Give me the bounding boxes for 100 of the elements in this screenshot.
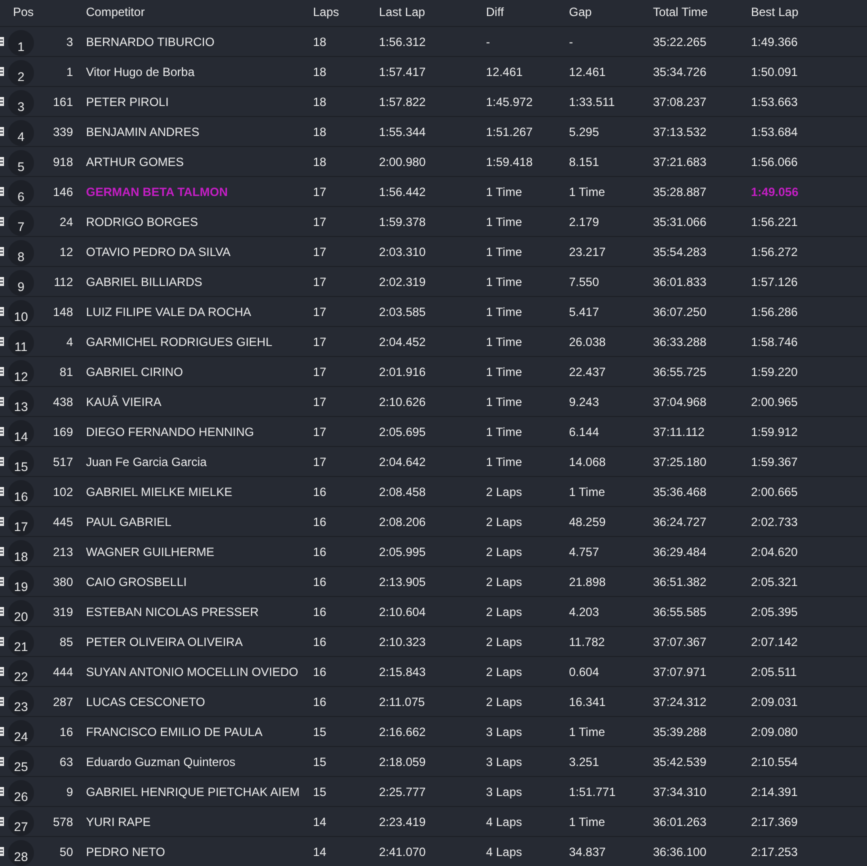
competitor-name: GARMICHEL RODRIGUES GIEHL <box>85 334 274 348</box>
position-badge: 13 <box>8 390 34 416</box>
table-cell-text: 37:34.310 <box>653 784 708 798</box>
list-icon[interactable] <box>0 307 4 316</box>
table-cell-text: 1:53.684 <box>751 124 799 138</box>
position-badge: 26 <box>8 780 34 806</box>
list-icon[interactable] <box>0 817 4 826</box>
competitor-name: OTAVIO PEDRO DA SILVA <box>85 244 232 258</box>
table-cell-text: 2:08.458 <box>379 484 427 498</box>
table-cell-text: 36:07.250 <box>653 304 708 318</box>
table-cell-text: 2:17.253 <box>751 844 799 858</box>
table-cell-text: 36:01.263 <box>653 814 708 828</box>
competitor-name: GERMAN BETA TALMON <box>85 184 229 198</box>
list-icon[interactable] <box>0 37 4 46</box>
table-cell-text: 1:59.367 <box>751 454 799 468</box>
position-badge: 2 <box>8 60 34 86</box>
list-icon[interactable] <box>0 727 4 736</box>
table-cell-text: 2:14.391 <box>751 784 799 798</box>
position-badge: 10 <box>8 300 34 326</box>
list-icon[interactable] <box>0 607 4 616</box>
list-icon[interactable] <box>0 847 4 856</box>
competitor-name: LUCAS CESCONETO <box>85 694 206 708</box>
table-cell-text: 14.068 <box>569 454 607 468</box>
table-cell-text: 1:56.312 <box>379 34 427 48</box>
table-cell-text: 18 <box>313 154 328 168</box>
table-cell-text: 17 <box>313 244 328 258</box>
table-cell-text: 1:59.378 <box>379 214 427 228</box>
competitor-name: PETER OLIVEIRA OLIVEIRA <box>85 634 244 648</box>
car-number: 339 <box>52 124 73 138</box>
list-icon[interactable] <box>0 277 4 286</box>
table-cell-text: 2:04.642 <box>379 454 427 468</box>
list-icon[interactable] <box>0 577 4 586</box>
list-icon[interactable] <box>0 667 4 676</box>
table-cell-text: 7.550 <box>569 274 600 288</box>
table-cell-text: 37:21.683 <box>653 154 708 168</box>
list-icon[interactable] <box>0 697 4 706</box>
position-badge: 19 <box>8 570 34 596</box>
table-cell-text: 1:56.221 <box>751 214 799 228</box>
table-cell-text: 37:11.112 <box>653 424 706 438</box>
table-cell-text: 3 Laps <box>486 784 524 798</box>
table-cell-text: 1:33.511 <box>569 94 616 108</box>
position-badge: 3 <box>8 90 34 116</box>
table-cell-text: 0.604 <box>569 664 600 678</box>
table-cell-text: 26.038 <box>569 334 607 348</box>
table-cell-text: 2:41.070 <box>379 844 427 858</box>
table-cell-text: 12.461 <box>486 64 524 78</box>
list-icon[interactable] <box>0 487 4 496</box>
list-icon[interactable] <box>0 787 4 796</box>
list-icon[interactable] <box>0 637 4 646</box>
table-cell-text: 21.898 <box>569 574 607 588</box>
car-number: 102 <box>52 484 73 498</box>
table-cell-text: 48.259 <box>569 514 607 528</box>
table-cell-text: 1:58.746 <box>751 334 799 348</box>
list-icon[interactable] <box>0 247 4 256</box>
list-icon[interactable] <box>0 127 4 136</box>
position-badge: 5 <box>8 150 34 176</box>
list-icon[interactable] <box>0 397 4 406</box>
car-number: 85 <box>58 634 73 648</box>
list-icon[interactable] <box>0 457 4 466</box>
list-icon[interactable] <box>0 67 4 76</box>
table-cell-text: 1 Time <box>569 484 606 498</box>
table-cell-text: 36:01.833 <box>653 274 708 288</box>
table-cell-text: 17 <box>313 364 328 378</box>
list-icon[interactable] <box>0 217 4 226</box>
position-badge: 9 <box>8 270 34 296</box>
table-cell-text: 18 <box>313 64 328 78</box>
table-cell-text: 2:09.080 <box>751 724 799 738</box>
table-cell-text: 2 Laps <box>486 514 524 528</box>
table-cell-text: 3 Laps <box>486 754 524 768</box>
column-header: Laps <box>313 4 340 21</box>
list-icon[interactable] <box>0 427 4 436</box>
table-cell-text: 23.217 <box>569 244 607 258</box>
position-badge: 1 <box>8 30 34 56</box>
car-number: 578 <box>52 814 73 828</box>
position-badge: 21 <box>8 630 34 656</box>
table-cell-text: 35:31.066 <box>653 214 708 228</box>
table-cell-text: 2 Laps <box>486 544 524 558</box>
table-cell-text: - <box>569 34 574 48</box>
column-header: Diff <box>486 4 505 21</box>
table-cell-text: 2.179 <box>569 214 600 228</box>
list-icon[interactable] <box>0 157 4 166</box>
position-badge: 20 <box>8 600 34 626</box>
table-cell-text: 1:57.417 <box>379 64 427 78</box>
table-cell-text: 16 <box>313 514 328 528</box>
table-cell-text: 2:16.662 <box>379 724 427 738</box>
table-cell-text: 37:07.971 <box>653 664 708 678</box>
list-icon[interactable] <box>0 337 4 346</box>
list-icon[interactable] <box>0 757 4 766</box>
position-badge: 4 <box>8 120 34 146</box>
table-cell-text: 1 Time <box>569 724 606 738</box>
table-cell-text: - <box>486 34 491 48</box>
list-icon[interactable] <box>0 547 4 556</box>
list-icon[interactable] <box>0 97 4 106</box>
list-icon[interactable] <box>0 187 4 196</box>
list-icon[interactable] <box>0 517 4 526</box>
table-cell-text: 37:08.237 <box>653 94 708 108</box>
table-cell-text: 4.203 <box>569 604 600 618</box>
list-icon[interactable] <box>0 367 4 376</box>
competitor-name: PEDRO NETO <box>85 844 166 858</box>
table-cell-text: 1:53.663 <box>751 94 799 108</box>
